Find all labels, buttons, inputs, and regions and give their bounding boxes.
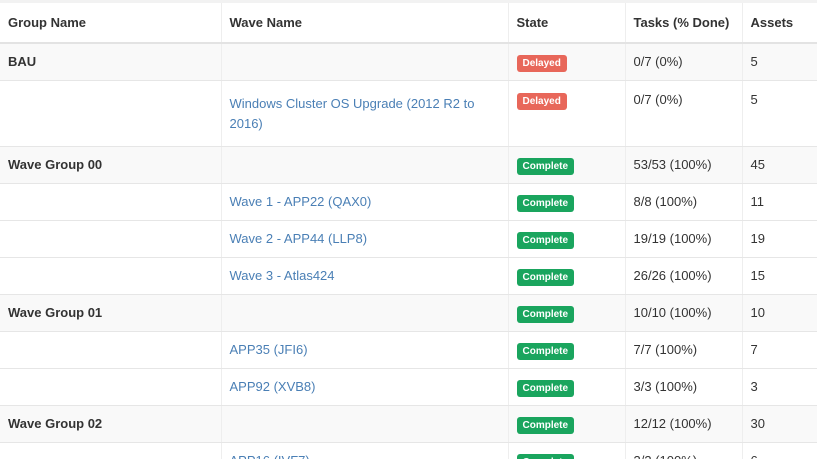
waves-table-view: Group Name Wave Name State Tasks (% Done… <box>0 0 817 459</box>
wave-link[interactable]: APP92 (XVB8) <box>230 379 316 394</box>
tasks-cell: 0/7 (0%) <box>625 43 743 81</box>
tasks-cell: 26/26 (100%) <box>625 257 743 295</box>
status-badge: Complete <box>516 232 575 249</box>
wave-name-cell <box>221 405 509 443</box>
status-badge: Complete <box>516 417 575 434</box>
table-header-row: Group Name Wave Name State Tasks (% Done… <box>0 3 817 44</box>
group-name-cell <box>0 220 222 258</box>
assets-cell: 15 <box>742 257 817 295</box>
wave-row: Wave 3 - Atlas424 Complete 26/26 (100%) 15 <box>0 257 817 295</box>
wave-name-cell: APP92 (XVB8) <box>221 368 509 406</box>
wave-name-cell: APP16 (IVF7) <box>221 442 509 459</box>
tasks-cell: 10/10 (100%) <box>625 294 743 332</box>
assets-cell: 45 <box>742 146 817 184</box>
wave-row: Windows Cluster OS Upgrade (2012 R2 to 2… <box>0 80 817 147</box>
group-name-cell <box>0 183 222 221</box>
wave-link[interactable]: APP16 (IVF7) <box>230 453 310 459</box>
group-row: Wave Group 00 Complete 53/53 (100%) 45 <box>0 146 817 184</box>
wave-name-cell <box>221 294 509 332</box>
wave-link[interactable]: Wave 1 - APP22 (QAX0) <box>230 194 372 209</box>
wave-name-cell <box>221 146 509 184</box>
group-row: Wave Group 02 Complete 12/12 (100%) 30 <box>0 405 817 443</box>
wave-row: APP35 (JFI6) Complete 7/7 (100%) 7 <box>0 331 817 369</box>
group-row: BAU Delayed 0/7 (0%) 5 <box>0 43 817 81</box>
wave-name-cell: Wave 1 - APP22 (QAX0) <box>221 183 509 221</box>
status-badge: Delayed <box>516 55 567 72</box>
group-name-cell <box>0 257 222 295</box>
status-badge: Complete <box>516 380 575 397</box>
group-name-cell: Wave Group 02 <box>0 405 222 443</box>
tasks-cell: 0/7 (0%) <box>625 80 743 147</box>
state-cell: Complete <box>508 331 626 369</box>
group-name-cell: BAU <box>0 43 222 81</box>
state-cell: Complete <box>508 294 626 332</box>
tasks-cell: 53/53 (100%) <box>625 146 743 184</box>
wave-row: APP16 (IVF7) Complete 3/3 (100%)6 <box>0 442 817 459</box>
status-badge: Complete <box>516 269 575 286</box>
state-cell: Complete <box>508 257 626 295</box>
tasks-cell: 3/3 (100%) <box>625 442 743 459</box>
group-name-cell <box>0 331 222 369</box>
assets-cell: 11 <box>742 183 817 221</box>
wave-row: Wave 2 - APP44 (LLP8) Complete 19/19 (100%… <box>0 220 817 258</box>
wave-link[interactable]: Wave 3 - Atlas424 <box>230 268 335 283</box>
assets-cell: 7 <box>742 331 817 369</box>
state-cell: Delayed <box>508 43 626 81</box>
assets-cell: 19 <box>742 220 817 258</box>
status-badge: Complete <box>516 343 575 360</box>
wave-name-cell: Windows Cluster OS Upgrade (2012 R2 to 2… <box>221 80 509 147</box>
state-cell: Complete <box>508 442 626 459</box>
state-cell: Complete <box>508 146 626 184</box>
column-header-group-name[interactable]: Group Name <box>0 3 222 44</box>
column-header-assets[interactable]: Assets <box>742 3 817 44</box>
status-badge: Complete <box>516 158 575 175</box>
tasks-cell: 19/19 (100%) <box>625 220 743 258</box>
column-header-state[interactable]: State <box>508 3 626 44</box>
tasks-cell: 7/7 (100%) <box>625 331 743 369</box>
status-badge: Complete <box>516 195 575 212</box>
state-cell: Delayed <box>508 80 626 147</box>
assets-cell: 30 <box>742 405 817 443</box>
group-name-cell <box>0 80 222 147</box>
wave-name-cell: APP35 (JFI6) <box>221 331 509 369</box>
wave-link[interactable]: Windows Cluster OS Upgrade (2012 R2 to 2… <box>230 96 475 131</box>
group-name-cell: Wave Group 00 <box>0 146 222 184</box>
tasks-cell: 3/3 (100%) <box>625 368 743 406</box>
assets-cell: 5 <box>742 80 817 147</box>
assets-cell: 3 <box>742 368 817 406</box>
state-cell: Complete <box>508 368 626 406</box>
tasks-cell: 12/12 (100%) <box>625 405 743 443</box>
status-badge: Complete <box>516 306 575 323</box>
assets-cell: 6 <box>742 442 817 459</box>
wave-name-cell <box>221 43 509 81</box>
wave-row: Wave 1 - APP22 (QAX0) Complete 8/8 (100%) 1… <box>0 183 817 221</box>
assets-cell: 5 <box>742 43 817 81</box>
status-badge: Complete <box>516 454 575 459</box>
assets-cell: 10 <box>742 294 817 332</box>
status-badge: Delayed <box>516 93 567 110</box>
group-name-cell <box>0 368 222 406</box>
tasks-cell: 8/8 (100%) <box>625 183 743 221</box>
group-name-cell <box>0 442 222 459</box>
state-cell: Complete <box>508 183 626 221</box>
wave-row: APP92 (XVB8) Complete 3/3 (100%) 3 <box>0 368 817 406</box>
wave-name-cell: Wave 2 - APP44 (LLP8) <box>221 220 509 258</box>
wave-link[interactable]: Wave 2 - APP44 (LLP8) <box>230 231 368 246</box>
group-name-cell: Wave Group 01 <box>0 294 222 332</box>
wave-link[interactable]: APP35 (JFI6) <box>230 342 308 357</box>
wave-name-cell: Wave 3 - Atlas424 <box>221 257 509 295</box>
column-header-wave-name[interactable]: Wave Name <box>221 3 509 44</box>
group-row: Wave Group 01 Complete 10/10 (100%) 10 <box>0 294 817 332</box>
state-cell: Complete <box>508 405 626 443</box>
waves-table: Group Name Wave Name State Tasks (% Done… <box>0 3 817 459</box>
state-cell: Complete <box>508 220 626 258</box>
column-header-tasks[interactable]: Tasks (% Done) <box>625 3 743 44</box>
